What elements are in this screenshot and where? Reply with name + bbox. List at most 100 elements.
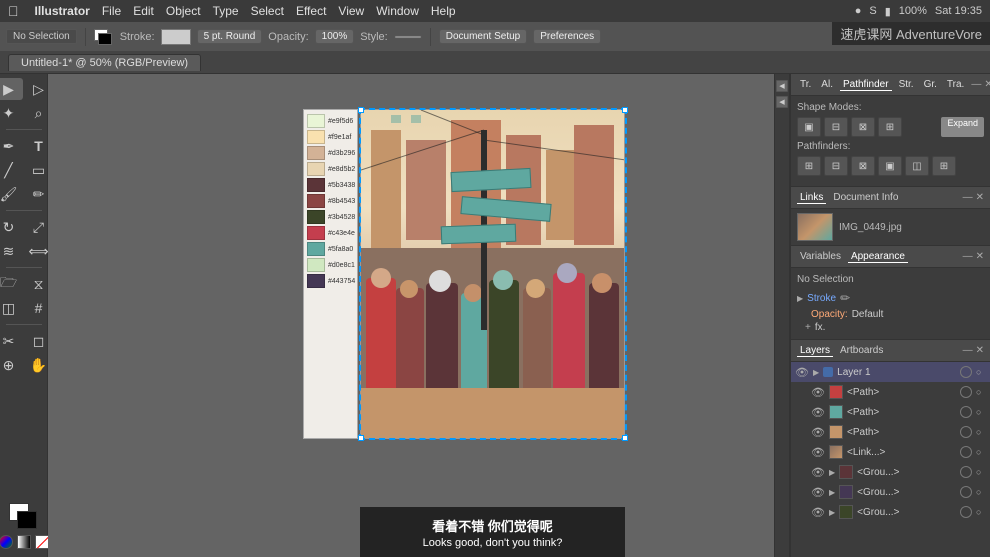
scissors-tool[interactable]: ✂ [0, 330, 23, 352]
menu-help[interactable]: Help [431, 4, 456, 18]
path-2-target[interactable] [960, 406, 972, 418]
none-icon[interactable] [35, 535, 49, 549]
layer-group-1-row[interactable]: 👁 ▶ <Grou...> ○ [791, 462, 990, 482]
appearance-tab[interactable]: Appearance [848, 251, 908, 263]
doc-info-tab[interactable]: Document Info [830, 192, 901, 203]
stroke-pencil-icon[interactable]: ✏ [840, 291, 850, 305]
layer-1-visibility[interactable]: ○ [976, 367, 986, 377]
layer-group-2-row[interactable]: 👁 ▶ <Grou...> ○ [791, 482, 990, 502]
menu-view[interactable]: View [338, 4, 364, 18]
layer-link-row[interactable]: 👁 <Link...> ○ [791, 442, 990, 462]
panel-toggle-2[interactable]: ◀ [776, 96, 788, 108]
pathfinder-tab-gr[interactable]: Gr. [921, 79, 940, 90]
line-tool[interactable]: ╱ [0, 159, 23, 181]
swatch-8[interactable] [307, 226, 325, 240]
fill-stroke-selector[interactable] [9, 503, 39, 529]
app-name[interactable]: Illustrator [35, 4, 90, 18]
path-1-target[interactable] [960, 386, 972, 398]
links-minimize-icon[interactable]: — [963, 192, 973, 203]
trim-btn[interactable]: ⊟ [824, 156, 848, 176]
intersect-btn[interactable]: ⊠ [851, 117, 875, 137]
opacity-value[interactable]: 100% [315, 29, 355, 44]
selection-tool[interactable]: ▶ [0, 78, 23, 100]
layer-group-3-row[interactable]: 👁 ▶ <Grou...> ○ [791, 502, 990, 522]
group-2-visibility[interactable]: ○ [976, 487, 986, 497]
group-1-expand-icon[interactable]: ▶ [829, 468, 835, 477]
layer-1-eye-icon[interactable]: 👁 [795, 365, 809, 379]
layer-path-2-row[interactable]: 👁 <Path> ○ [791, 402, 990, 422]
appearance-minimize-icon[interactable]: — [963, 251, 973, 262]
color-icon[interactable] [0, 535, 13, 549]
path-1-eye-icon[interactable]: 👁 [811, 385, 825, 399]
swatch-1[interactable] [307, 114, 325, 128]
eyedropper-tool[interactable]: 🗁 [0, 273, 23, 295]
swatch-4[interactable] [307, 162, 325, 176]
stroke-box[interactable] [17, 511, 37, 529]
pathfinder-tab-str[interactable]: Str. [896, 79, 917, 90]
group-2-expand-icon[interactable]: ▶ [829, 488, 835, 497]
crop-btn[interactable]: ▣ [878, 156, 902, 176]
path-3-target[interactable] [960, 426, 972, 438]
variables-tab[interactable]: Variables [797, 251, 844, 262]
warp-tool[interactable]: ≋ [0, 240, 23, 262]
gradient-tool[interactable]: ◫ [0, 297, 23, 319]
magic-wand-tool[interactable]: ✦ [0, 102, 23, 124]
menu-window[interactable]: Window [376, 4, 419, 18]
minus-front-btn[interactable]: ⊟ [824, 117, 848, 137]
outline-btn[interactable]: ◫ [905, 156, 929, 176]
artboards-tab[interactable]: Artboards [837, 345, 886, 356]
layer-1-row[interactable]: 👁 ▶ Layer 1 ○ [791, 362, 990, 382]
path-2-visibility[interactable]: ○ [976, 407, 986, 417]
unite-btn[interactable]: ▣ [797, 117, 821, 137]
pathfinder-tab-al[interactable]: Al. [818, 79, 836, 90]
exclude-btn[interactable]: ⊞ [878, 117, 902, 137]
gradient-icon[interactable] [17, 535, 31, 549]
layer-1-target[interactable] [960, 366, 972, 378]
menu-object[interactable]: Object [166, 4, 201, 18]
menu-select[interactable]: Select [251, 4, 284, 18]
appearance-close-icon[interactable]: ✕ [976, 251, 984, 262]
group-2-target[interactable] [960, 486, 972, 498]
layer-1-expand-icon[interactable]: ▶ [813, 368, 819, 377]
links-tab[interactable]: Links [797, 192, 826, 204]
fx-label[interactable]: fx. [815, 322, 826, 333]
opacity-appearance-value[interactable]: Default [852, 309, 884, 320]
expand-button[interactable]: Expand [941, 117, 984, 137]
swatch-3[interactable] [307, 146, 325, 160]
image-thumbnail[interactable] [797, 213, 833, 241]
layer-path-1-row[interactable]: 👁 <Path> ○ [791, 382, 990, 402]
link-eye-icon[interactable]: 👁 [811, 445, 825, 459]
links-close-icon[interactable]: ✕ [976, 192, 984, 203]
pen-tool[interactable]: ✒ [0, 135, 23, 157]
menu-edit[interactable]: Edit [133, 4, 154, 18]
pathfinder-minimize-icon[interactable]: — [971, 79, 981, 90]
panel-toggle-1[interactable]: ◀ [776, 80, 788, 92]
path-1-visibility[interactable]: ○ [976, 387, 986, 397]
layers-tab[interactable]: Layers [797, 345, 833, 357]
canvas-area[interactable]: #e9f5d6 #f9e1af #d3b296 #e8d5b2 #5b3438 … [48, 74, 774, 557]
add-effect-icon[interactable]: + [805, 322, 811, 333]
stroke-weight-selector[interactable]: 5 pt. Round [197, 29, 263, 44]
preferences-button[interactable]: Preferences [533, 29, 601, 44]
pathfinder-close-icon[interactable]: ✕ [984, 79, 990, 90]
path-3-eye-icon[interactable]: 👁 [811, 425, 825, 439]
stroke-appearance-label[interactable]: Stroke [807, 293, 836, 304]
menu-type[interactable]: Type [213, 4, 239, 18]
swatch-6[interactable] [307, 194, 325, 208]
path-2-eye-icon[interactable]: 👁 [811, 405, 825, 419]
paintbrush-tool[interactable]: 🖌 [0, 183, 23, 205]
menu-file[interactable]: File [102, 4, 121, 18]
swatch-7[interactable] [307, 210, 325, 224]
layers-minimize-icon[interactable]: — [963, 345, 973, 356]
apple-menu[interactable]:  [8, 3, 19, 19]
group-3-visibility[interactable]: ○ [976, 507, 986, 517]
group-1-target[interactable] [960, 466, 972, 478]
style-selector[interactable] [394, 35, 422, 39]
pathfinder-tab-tr[interactable]: Tr. [797, 79, 814, 90]
zoom-tool[interactable]: ⊕ [0, 354, 23, 376]
swatch-2[interactable] [307, 130, 325, 144]
menu-effect[interactable]: Effect [296, 4, 326, 18]
link-target[interactable] [960, 446, 972, 458]
document-setup-button[interactable]: Document Setup [439, 29, 528, 44]
path-3-visibility[interactable]: ○ [976, 427, 986, 437]
